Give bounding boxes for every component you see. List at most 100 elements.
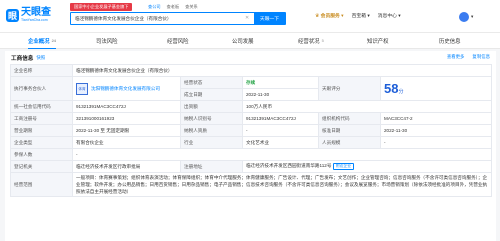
founded-label: 成立日期	[180, 88, 243, 101]
status-value: 存续	[242, 76, 319, 89]
top-bar: 眼 天眼查 TianYanCha.com 国家中小企业发展子基金旗下 查公司 查…	[0, 0, 500, 33]
section-tools: 查看更多 复制信息	[447, 54, 490, 60]
tianyancha-logo[interactable]: 眼 天眼查 TianYanCha.com	[6, 5, 62, 25]
capital-label: 出资额	[180, 100, 243, 113]
toolbox-link[interactable]: 百宝箱 ▾	[352, 12, 370, 19]
table-row: 参保人数 -	[10, 148, 493, 161]
tab-overview[interactable]: 企业概况 24	[28, 33, 57, 49]
logo-domain: TianYanCha.com	[21, 17, 48, 22]
scope-label: 经营范围	[10, 171, 73, 198]
top-links: ♛ 会员服务 ▾ 百宝箱 ▾ 消息中心 ▾	[315, 12, 401, 19]
search-button[interactable]: 天眼一下	[254, 13, 285, 24]
approve-value: 2022-11-30	[379, 124, 493, 137]
tianyan-score-unit: 分	[398, 89, 404, 95]
section-title: 工商信息 快照	[11, 54, 45, 62]
tianyan-score-cell[interactable]: 58分	[379, 76, 493, 101]
regno-value: 321391000161923	[72, 112, 181, 125]
tab-business-risk[interactable]: 经营风险	[167, 33, 189, 48]
tab-ip[interactable]: 知识产权	[367, 33, 389, 48]
business-info-card: 工商信息 快照 查看更多 复制信息 企业名称 临泾锦鹏德体育文化发展合伙企业（有…	[5, 51, 496, 241]
vip-link-label: 会员服务	[320, 14, 340, 19]
partner-logo-icon: 体育	[76, 82, 88, 95]
tab-business-risk-label: 经营风险	[167, 38, 189, 45]
taxid-value: 91321391MAC3CC472J	[242, 112, 319, 125]
tab-history-label: 历史信息	[439, 38, 461, 45]
user-menu-chevron-icon: ▾	[471, 14, 474, 19]
tab-development-label: 公司发展	[232, 38, 254, 45]
user-menu[interactable]: ▾	[459, 12, 473, 22]
promo-badge[interactable]: 国家中小企业发展子基金旗下	[70, 3, 133, 11]
staff-label: 人员规模	[318, 136, 381, 149]
table-row: 企业名称 临泾锦鹏德体育文化发展合伙企业（有限合伙）	[10, 64, 493, 77]
partner-cell: 体育 沈阳锦鹏德体育文化发展有限公司	[72, 76, 181, 101]
search-button-label: 天眼一下	[259, 17, 280, 22]
founded-value: 2022-11-30	[242, 88, 319, 101]
company-name-value: 临泾锦鹏德体育文化发展合伙企业（有限合伙）	[71, 64, 493, 77]
snapshot-link[interactable]: 快照	[36, 55, 45, 61]
message-center-link[interactable]: 消息中心 ▾	[378, 12, 401, 19]
search-category-boss[interactable]: 查老板	[167, 4, 180, 10]
company-name-label: 企业名称	[10, 64, 73, 77]
tab-history[interactable]: 历史信息	[439, 33, 461, 48]
capital-value: 100万人民币	[241, 100, 493, 113]
address-label: 注册地址	[180, 160, 243, 173]
staff-value: -	[379, 136, 493, 149]
table-row: 登记机关 临迁经济技术开发区行政审批局 注册地址 临迁经济技术开发区西园街道南华…	[10, 160, 493, 173]
tab-operations-label: 经营状况	[298, 38, 320, 45]
status-label: 经营状态	[180, 76, 243, 89]
reg-authority-value: 临迁经济技术开发区行政审批局	[72, 160, 181, 173]
tab-development[interactable]: 公司发展	[232, 33, 254, 48]
search-box: ✕ 天眼一下	[70, 12, 286, 25]
term-value: 2022-11-30 至 无固定期限	[72, 124, 181, 137]
search-input[interactable]	[71, 13, 243, 24]
scope-value: 一般项目：体育赛事策划；组织体育表演活动；体育保障组织；体育中介代理服务；体育健…	[71, 171, 493, 198]
table-row: 工商注册号 321391000161923 纳税人识别号 91321391MAC…	[10, 112, 493, 125]
logo-text: 天眼查	[21, 6, 51, 18]
partner-link[interactable]: 沈阳锦鹏德体育文化发展有限公司	[91, 86, 160, 91]
search-category-relation[interactable]: 查关系	[185, 4, 198, 10]
partner-label: 执行事务合伙人	[10, 76, 73, 101]
table-row: 执行事务合伙人 体育 沈阳锦鹏德体育文化发展有限公司 经营状态 存续 天眼评分 5…	[10, 76, 493, 101]
clear-icon[interactable]: ✕	[245, 15, 249, 21]
tab-judicial-risk-label: 司法风险	[96, 38, 118, 45]
search-category-company[interactable]: 查公司	[148, 4, 161, 10]
insured-label: 参保人数	[10, 148, 73, 161]
industry-label: 行业	[180, 136, 243, 149]
toolbox-link-label: 百宝箱	[351, 14, 366, 19]
orgcode-value: MAC3CC47-2	[379, 112, 493, 125]
term-label: 营业期限	[10, 124, 73, 137]
taxpayer-label: 纳税人资质	[180, 124, 243, 137]
tab-overview-count: 24	[51, 38, 57, 43]
message-center-label: 消息中心	[377, 14, 397, 19]
tianyan-score-value: 58	[384, 81, 399, 96]
copy-info-link[interactable]: 复制信息	[472, 54, 490, 60]
taxid-label: 纳税人识别号	[180, 112, 243, 125]
insured-value: -	[71, 148, 493, 161]
taxpayer-value: -	[242, 124, 319, 137]
vip-link[interactable]: ♛ 会员服务 ▾	[315, 12, 344, 19]
business-info-table: 企业名称 临泾锦鹏德体育文化发展合伙企业（有限合伙） 执行事务合伙人 体育 沈阳锦…	[10, 64, 493, 198]
tab-judicial-risk[interactable]: 司法风险	[96, 33, 118, 48]
tab-operations-count: 5	[321, 38, 324, 43]
type-value: 有限合伙企业	[72, 136, 181, 149]
nearby-companies-link[interactable]: 附近企业	[333, 163, 354, 170]
industry-value: 文化艺术业	[242, 136, 319, 149]
tab-overview-label: 企业概况	[28, 38, 50, 45]
logo-mark-icon: 眼	[6, 8, 19, 22]
credit-code-label: 统一社会信用代码	[10, 100, 73, 113]
tianyan-score-label: 天眼评分	[318, 76, 381, 101]
orgcode-label: 组织机构代码	[318, 112, 381, 125]
tab-ip-label: 知识产权	[367, 38, 389, 45]
reg-authority-label: 登记机关	[10, 160, 73, 173]
address-cell: 临迁经济技术开发区西园街道南华路112号 附近企业	[241, 160, 493, 173]
table-row: 企业类型 有限合伙企业 行业 文化艺术业 人员规模 -	[10, 136, 493, 149]
credit-code-value: 91321391MAC3CC472J	[72, 100, 181, 113]
table-row: 统一社会信用代码 91321391MAC3CC472J 出资额 100万人民币	[10, 100, 493, 113]
table-row: 营业期限 2022-11-30 至 无固定期限 纳税人资质 - 核准日期 202…	[10, 124, 493, 137]
approve-label: 核准日期	[318, 124, 381, 137]
search-category-links: 查公司 查老板 查关系	[148, 4, 198, 10]
address-value: 临迁经济技术开发区西园街道南华路112号	[246, 163, 332, 168]
view-more-link[interactable]: 查看更多	[447, 54, 465, 60]
tab-bar: 企业概况 24 司法风险 经营风险 公司发展 经营状况 5 知识产权 历史信息	[0, 33, 500, 49]
tab-operations[interactable]: 经营状况 5	[298, 33, 324, 48]
